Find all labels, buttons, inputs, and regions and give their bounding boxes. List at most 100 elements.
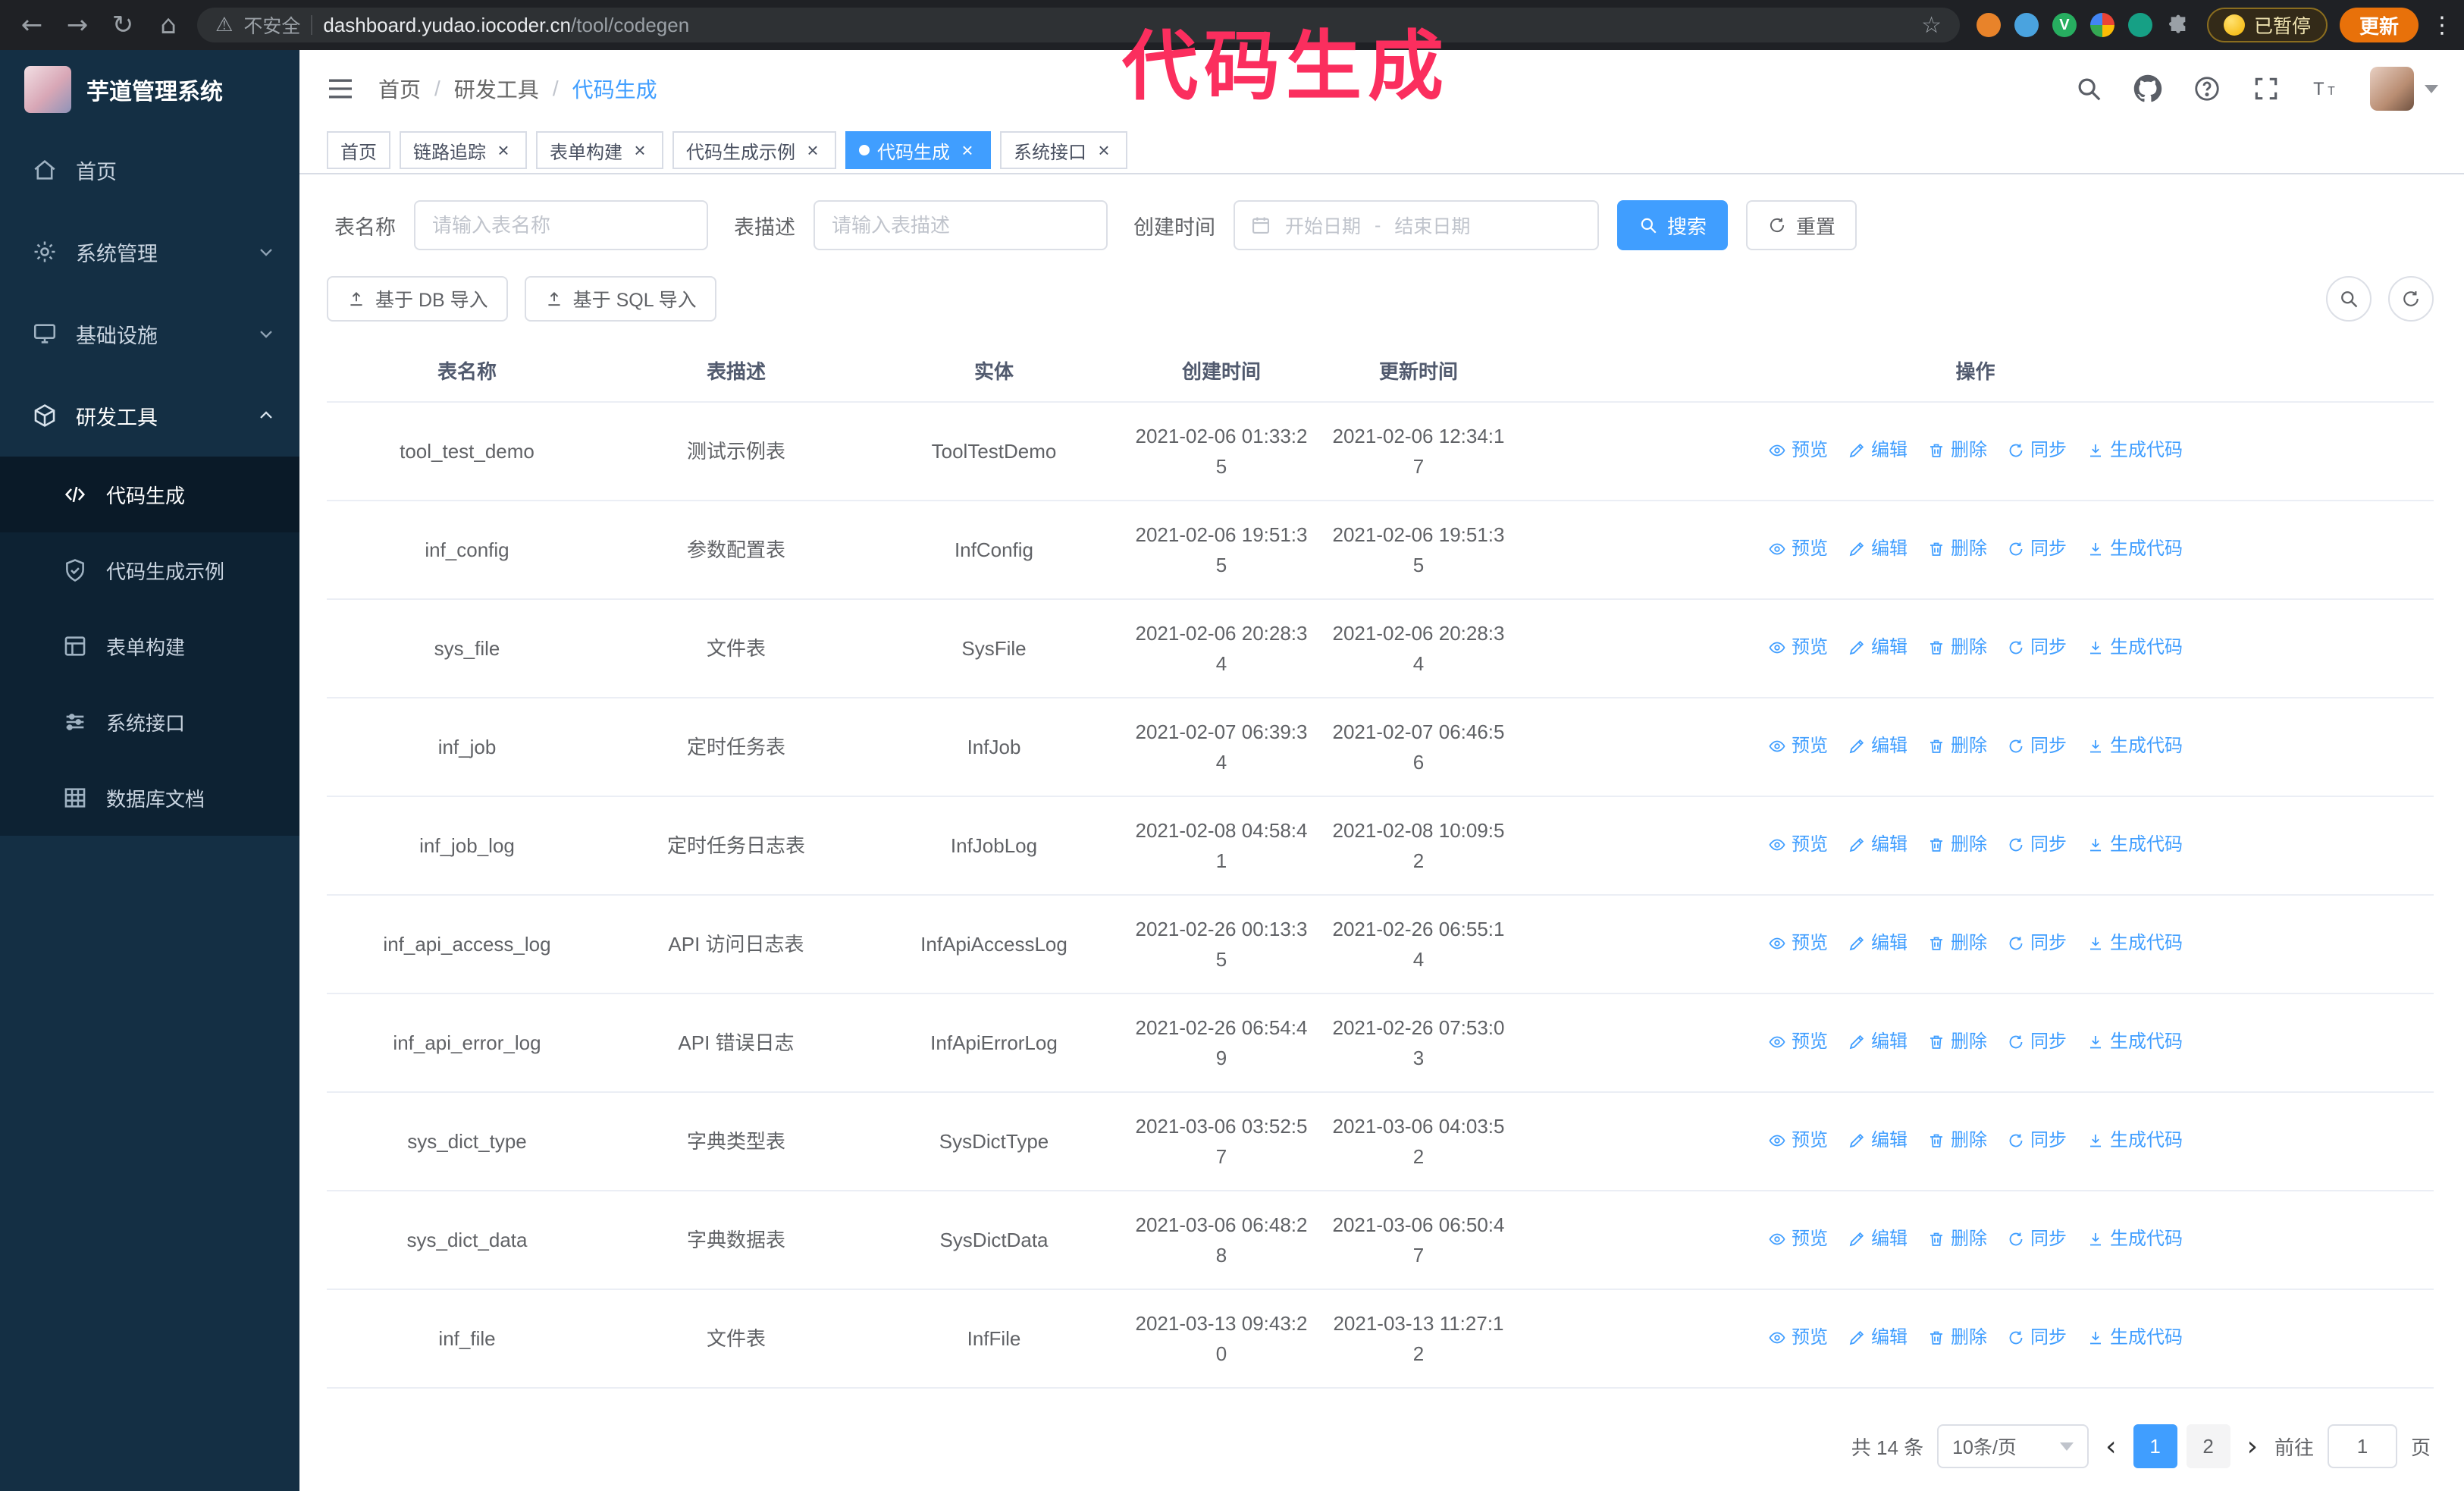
tab-系统接口[interactable]: 系统接口 ×: [1000, 131, 1127, 169]
next-page-button[interactable]: ›: [2244, 1431, 2261, 1462]
search-icon[interactable]: [2074, 74, 2103, 103]
edit-link[interactable]: 编辑: [1848, 731, 1908, 761]
font-size-icon[interactable]: TT: [2311, 74, 2340, 103]
generate-link[interactable]: 生成代码: [2086, 731, 2183, 761]
forward-icon[interactable]: →: [61, 10, 94, 40]
sidebar-item-codegen-demo[interactable]: 代码生成示例: [0, 532, 299, 608]
sidebar-item-devtools[interactable]: 研发工具: [0, 375, 299, 457]
tab-代码生成[interactable]: 代码生成 ×: [845, 131, 991, 169]
back-icon[interactable]: ←: [15, 10, 49, 40]
help-icon[interactable]: [2193, 74, 2221, 103]
preview-link[interactable]: 预览: [1768, 632, 1828, 663]
breadcrumb-devtools[interactable]: 研发工具: [454, 74, 539, 104]
tab-表单构建[interactable]: 表单构建 ×: [536, 131, 663, 169]
import-db-button[interactable]: 基于 DB 导入: [327, 276, 508, 322]
github-icon[interactable]: [2133, 74, 2162, 103]
sync-link[interactable]: 同步: [2007, 1224, 2067, 1254]
page-button-1[interactable]: 1: [2133, 1424, 2177, 1468]
tab-首页[interactable]: 首页: [327, 131, 390, 169]
fullscreen-icon[interactable]: [2252, 74, 2281, 103]
generate-link[interactable]: 生成代码: [2086, 1125, 2183, 1156]
tab-代码生成示例[interactable]: 代码生成示例 ×: [672, 131, 836, 169]
sync-link[interactable]: 同步: [2007, 1125, 2067, 1156]
toggle-search-button[interactable]: [2326, 276, 2372, 322]
sidebar-item-form-build[interactable]: 表单构建: [0, 608, 299, 684]
page-button-2[interactable]: 2: [2186, 1424, 2230, 1468]
table-name-input[interactable]: [414, 200, 708, 250]
extension-icon[interactable]: V: [2052, 13, 2077, 37]
sync-link[interactable]: 同步: [2007, 534, 2067, 564]
reset-button[interactable]: 重置: [1746, 200, 1857, 250]
logo[interactable]: 芋道管理系统: [0, 50, 299, 129]
extension-icon[interactable]: [1976, 13, 2001, 37]
extensions-puzzle-icon[interactable]: [2166, 13, 2190, 37]
reload-icon[interactable]: ↻: [106, 10, 140, 40]
hamburger-icon[interactable]: [325, 74, 356, 104]
sync-link[interactable]: 同步: [2007, 435, 2067, 466]
sync-link[interactable]: 同步: [2007, 830, 2067, 860]
generate-link[interactable]: 生成代码: [2086, 928, 2183, 959]
extension-icon[interactable]: [2014, 13, 2039, 37]
table-desc-input[interactable]: [813, 200, 1108, 250]
sync-link[interactable]: 同步: [2007, 928, 2067, 959]
page-size-select[interactable]: 10条/页: [1937, 1424, 2089, 1468]
paused-badge[interactable]: 已暂停: [2206, 8, 2328, 42]
delete-link[interactable]: 删除: [1927, 435, 1987, 466]
sidebar-item-system[interactable]: 系统管理: [0, 211, 299, 293]
generate-link[interactable]: 生成代码: [2086, 435, 2183, 466]
sidebar-item-system-api[interactable]: 系统接口: [0, 684, 299, 760]
extension-icon[interactable]: [2089, 13, 2114, 37]
edit-link[interactable]: 编辑: [1848, 1323, 1908, 1353]
browser-home-icon[interactable]: ⌂: [152, 10, 185, 40]
generate-link[interactable]: 生成代码: [2086, 534, 2183, 564]
sidebar-item-infra[interactable]: 基础设施: [0, 293, 299, 375]
close-icon[interactable]: ×: [494, 140, 513, 160]
preview-link[interactable]: 预览: [1768, 1224, 1828, 1254]
generate-link[interactable]: 生成代码: [2086, 1027, 2183, 1057]
preview-link[interactable]: 预览: [1768, 1027, 1828, 1057]
user-menu[interactable]: [2370, 67, 2438, 111]
delete-link[interactable]: 删除: [1927, 1323, 1987, 1353]
sync-link[interactable]: 同步: [2007, 1027, 2067, 1057]
edit-link[interactable]: 编辑: [1848, 928, 1908, 959]
edit-link[interactable]: 编辑: [1848, 830, 1908, 860]
delete-link[interactable]: 删除: [1927, 534, 1987, 564]
date-range-input[interactable]: 开始日期 - 结束日期: [1234, 200, 1599, 250]
sync-link[interactable]: 同步: [2007, 632, 2067, 663]
extension-icon[interactable]: [2127, 13, 2152, 37]
delete-link[interactable]: 删除: [1927, 1125, 1987, 1156]
delete-link[interactable]: 删除: [1927, 928, 1987, 959]
preview-link[interactable]: 预览: [1768, 928, 1828, 959]
goto-page-input[interactable]: [2327, 1424, 2397, 1468]
edit-link[interactable]: 编辑: [1848, 534, 1908, 564]
menu-kebab-icon[interactable]: ⋮: [2431, 12, 2453, 39]
preview-link[interactable]: 预览: [1768, 731, 1828, 761]
delete-link[interactable]: 删除: [1927, 1027, 1987, 1057]
prev-page-button[interactable]: ‹: [2102, 1431, 2119, 1462]
generate-link[interactable]: 生成代码: [2086, 632, 2183, 663]
close-icon[interactable]: ×: [630, 140, 650, 160]
preview-link[interactable]: 预览: [1768, 830, 1828, 860]
bookmark-star-icon[interactable]: ☆: [1921, 12, 1942, 39]
edit-link[interactable]: 编辑: [1848, 435, 1908, 466]
edit-link[interactable]: 编辑: [1848, 1224, 1908, 1254]
import-sql-button[interactable]: 基于 SQL 导入: [524, 276, 716, 322]
sidebar-item-codegen[interactable]: 代码生成: [0, 457, 299, 532]
tab-链路追踪[interactable]: 链路追踪 ×: [400, 131, 527, 169]
generate-link[interactable]: 生成代码: [2086, 1323, 2183, 1353]
update-button[interactable]: 更新: [2339, 8, 2419, 42]
sync-link[interactable]: 同步: [2007, 1323, 2067, 1353]
sync-link[interactable]: 同步: [2007, 731, 2067, 761]
delete-link[interactable]: 删除: [1927, 830, 1987, 860]
breadcrumb-home[interactable]: 首页: [378, 74, 421, 104]
preview-link[interactable]: 预览: [1768, 435, 1828, 466]
close-icon[interactable]: ×: [958, 140, 977, 160]
edit-link[interactable]: 编辑: [1848, 1125, 1908, 1156]
preview-link[interactable]: 预览: [1768, 1323, 1828, 1353]
delete-link[interactable]: 删除: [1927, 632, 1987, 663]
edit-link[interactable]: 编辑: [1848, 1027, 1908, 1057]
search-button[interactable]: 搜索: [1617, 200, 1729, 250]
generate-link[interactable]: 生成代码: [2086, 1224, 2183, 1254]
edit-link[interactable]: 编辑: [1848, 632, 1908, 663]
generate-link[interactable]: 生成代码: [2086, 830, 2183, 860]
